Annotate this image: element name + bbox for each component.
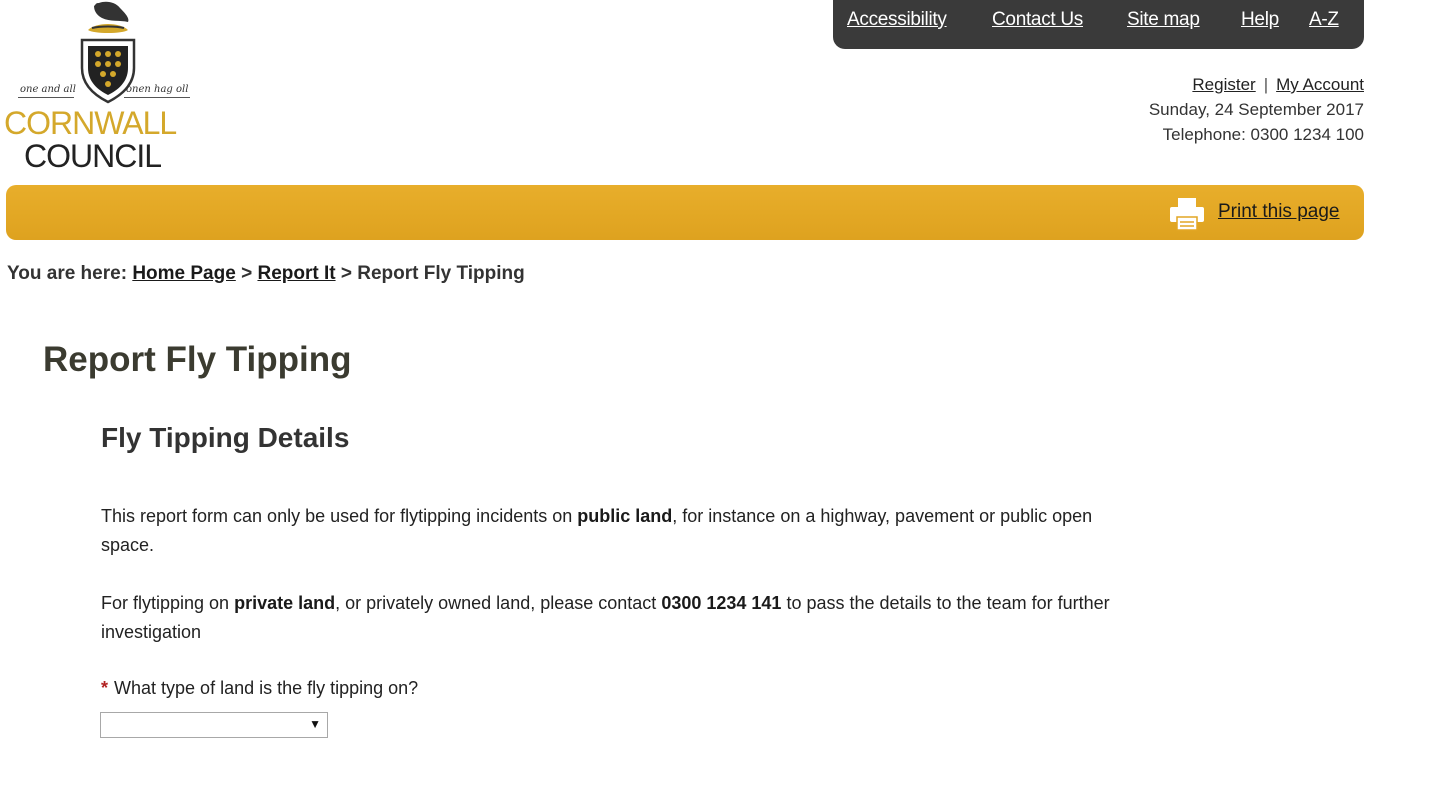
register-link[interactable]: Register [1192, 75, 1255, 94]
breadcrumb-prefix: You are here: [7, 263, 128, 284]
nav-a-z-link[interactable]: A-Z [1309, 9, 1339, 31]
logo-motto-right: onen hag oll [126, 84, 189, 95]
account-separator: | [1263, 75, 1269, 94]
nav-contact-us-link[interactable]: Contact Us [992, 9, 1083, 31]
breadcrumb: You are here: Home Page > Report It > Re… [7, 263, 525, 285]
nav-site-map-link[interactable]: Site map [1127, 9, 1200, 31]
para2-text-a: For flytipping on [101, 593, 235, 613]
telephone-number: Telephone: 0300 1234 100 [1162, 125, 1364, 144]
account-info: Register | My Account Sunday, 24 September… [1149, 72, 1364, 147]
land-type-question: * What type of land is the fly tipping on… [101, 678, 418, 699]
top-navigation: Accessibility Contact Us Site map Help A… [833, 0, 1364, 49]
contact-phone-number: 0300 1234 141 [661, 593, 782, 613]
printer-icon[interactable] [1169, 197, 1205, 231]
logo-wordmark-council: COUNCIL [24, 138, 162, 174]
breadcrumb-home-link[interactable]: Home Page [132, 263, 235, 284]
page-toolbar: Print this page [6, 185, 1364, 240]
required-marker: * [101, 678, 109, 698]
para1-text-a: This report form can only be used for fl… [101, 506, 578, 526]
logo-wordmark-cornwall: CORNWALL [4, 105, 177, 141]
public-land-emphasis: public land [577, 506, 673, 526]
section-title: Fly Tipping Details [101, 422, 350, 453]
account-links: Register | My Account [1149, 72, 1364, 97]
motto-underline-left [18, 97, 74, 98]
land-type-question-text: What type of land is the fly tipping on? [114, 678, 419, 698]
current-date: Sunday, 24 September 2017 [1148, 100, 1364, 119]
land-type-select[interactable]: ▼ [100, 712, 328, 738]
breadcrumb-separator: > [241, 263, 253, 284]
breadcrumb-current: Report Fly Tipping [357, 263, 525, 284]
nav-accessibility-link[interactable]: Accessibility [847, 9, 947, 31]
breadcrumb-separator: > [340, 263, 352, 284]
print-page-link[interactable]: Print this page [1218, 201, 1339, 223]
private-land-notice: For flytipping on private land, or priva… [101, 589, 1131, 647]
motto-underline-right [124, 97, 190, 98]
para2-text-c: , or privately owned land, please contac… [335, 593, 662, 613]
private-land-emphasis: private land [234, 593, 336, 613]
my-account-link[interactable]: My Account [1276, 75, 1364, 94]
page-title: Report Fly Tipping [43, 340, 352, 379]
breadcrumb-report-it-link[interactable]: Report It [257, 263, 335, 284]
nav-help-link[interactable]: Help [1241, 9, 1279, 31]
cornwall-council-logo[interactable]: one and all onen hag oll CORNWALL COUNCI… [4, 0, 204, 176]
public-land-notice: This report form can only be used for fl… [101, 502, 1131, 560]
logo-motto-left: one and all [20, 84, 76, 95]
chevron-down-icon: ▼ [309, 717, 321, 731]
